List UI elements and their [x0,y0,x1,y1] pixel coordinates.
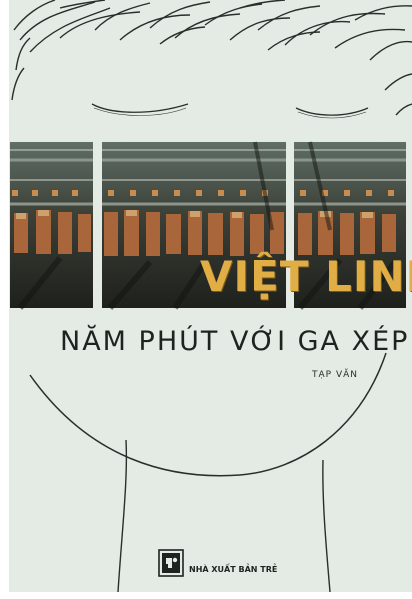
closed-eyes [91,103,369,119]
bottom-border [0,592,412,599]
publisher-logo-icon [158,549,184,577]
author-name: VIỆT LINH [200,252,412,301]
hair-lines [11,0,412,116]
left-border [0,0,9,599]
book-cover: VIỆT LINH NĂM PHÚT VỚI GA XÉP TẠP VĂN NH… [0,0,412,599]
book-title: NĂM PHÚT VỚI GA XÉP [60,326,410,357]
publisher-name: NHÀ XUẤT BẢN TRẺ [189,565,278,574]
genre-label: TẠP VĂN [312,370,358,380]
